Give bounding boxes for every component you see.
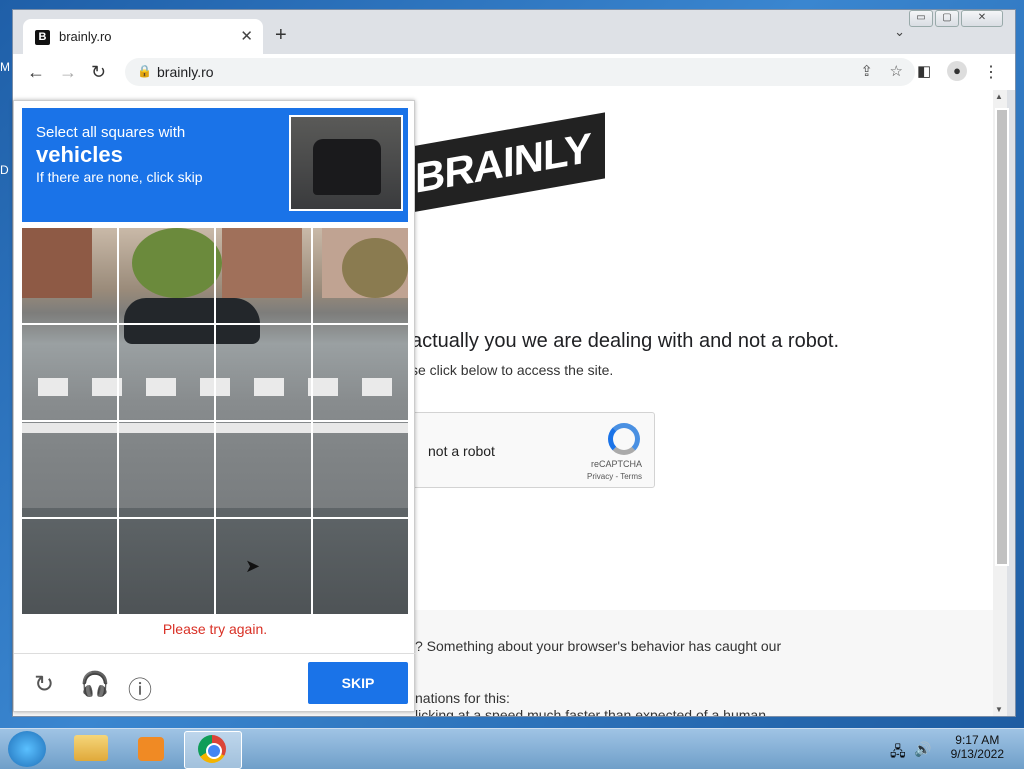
info-text: ? Something about your browser's behavio… bbox=[415, 638, 782, 654]
recaptcha-checkbox-widget[interactable]: not a robot reCAPTCHA Privacy - Terms bbox=[393, 412, 655, 488]
car-in-grid bbox=[124, 298, 260, 344]
brainly-favicon-icon: B bbox=[35, 30, 50, 45]
taskbar: 🖧 🔊 9:17 AM 9/13/2022 bbox=[0, 728, 1024, 769]
captcha-line1: Select all squares with bbox=[36, 124, 186, 141]
desktop-icon-label[interactable]: D bbox=[0, 163, 9, 177]
page-heading: actually you we are dealing with and not… bbox=[411, 330, 840, 352]
chrome-taskbar-button[interactable] bbox=[184, 731, 242, 769]
volume-icon[interactable]: 🔊 bbox=[914, 741, 931, 758]
tab-title: brainly.ro bbox=[59, 29, 112, 44]
captcha-image-grid bbox=[22, 228, 408, 614]
maximize-button[interactable]: ▢ bbox=[935, 10, 959, 27]
profile-avatar-icon[interactable]: ● bbox=[947, 61, 967, 81]
recaptcha-label: not a robot bbox=[428, 443, 495, 459]
desktop-icon-label[interactable]: M bbox=[0, 60, 10, 74]
clock-date: 9/13/2022 bbox=[950, 747, 1004, 761]
info-icon[interactable]: ⓘ bbox=[128, 670, 152, 705]
audio-challenge-icon[interactable]: 🎧 bbox=[80, 670, 110, 699]
skip-button[interactable]: SKIP bbox=[308, 662, 408, 704]
captcha-error-message: Please try again. bbox=[162, 621, 268, 637]
lock-icon: 🔒 bbox=[137, 64, 152, 78]
sample-car-image bbox=[313, 139, 381, 195]
window-controls: ▭ ▢ ✕ bbox=[909, 10, 1003, 27]
reload-challenge-icon[interactable]: ↻ bbox=[34, 670, 54, 699]
clock-time: 9:17 AM bbox=[955, 733, 1000, 747]
scroll-up-icon[interactable]: ▲ bbox=[995, 92, 1003, 101]
scroll-down-icon[interactable]: ▼ bbox=[995, 705, 1003, 714]
address-bar[interactable]: 🔒 brainly.ro ⇪ ☆ bbox=[125, 58, 915, 86]
bookmark-star-icon[interactable]: ☆ bbox=[890, 62, 903, 80]
info-text: licking at a speed much faster than expe… bbox=[415, 707, 766, 716]
page-subtext: se click below to access the site. bbox=[411, 362, 614, 378]
side-panel-icon[interactable]: ◧ bbox=[917, 62, 931, 80]
recaptcha-brand: reCAPTCHA bbox=[590, 459, 642, 469]
network-icon[interactable]: 🖧 bbox=[890, 741, 906, 765]
start-button[interactable] bbox=[8, 731, 46, 767]
captcha-challenge-popup: Select all squares with vehicles If ther… bbox=[13, 100, 416, 714]
forward-icon[interactable]: → bbox=[59, 62, 77, 83]
new-tab-button[interactable]: + bbox=[275, 24, 287, 47]
system-clock[interactable]: 9:17 AM 9/13/2022 bbox=[951, 733, 1004, 761]
scroll-thumb[interactable] bbox=[995, 108, 1009, 566]
file-explorer-icon[interactable] bbox=[74, 735, 108, 761]
browser-toolbar: ← → ↻ 🔒 brainly.ro ⇪ ☆ ◧ ● ⋮ bbox=[13, 54, 1015, 90]
share-icon[interactable]: ⇪ bbox=[860, 62, 873, 80]
browser-tab[interactable]: B brainly.ro ✕ bbox=[23, 19, 263, 55]
captcha-target: vehicles bbox=[36, 142, 123, 167]
close-window-button[interactable]: ✕ bbox=[961, 10, 1003, 27]
captcha-instruction-header: Select all squares with vehicles If ther… bbox=[22, 108, 408, 222]
back-icon[interactable]: ← bbox=[27, 62, 45, 83]
recaptcha-logo-icon bbox=[608, 423, 640, 455]
captcha-line3: If there are none, click skip bbox=[36, 169, 203, 185]
menu-dots-icon[interactable]: ⋮ bbox=[983, 62, 999, 82]
captcha-footer: ↻ 🎧 ⓘ SKIP bbox=[14, 653, 416, 714]
close-tab-icon[interactable]: ✕ bbox=[240, 27, 253, 45]
minimize-button[interactable]: ▭ bbox=[909, 10, 933, 27]
mouse-cursor-icon: ➤ bbox=[245, 556, 261, 576]
url-text[interactable]: brainly.ro bbox=[157, 64, 214, 80]
recaptcha-privacy-terms[interactable]: Privacy - Terms bbox=[587, 472, 642, 481]
tab-search-icon[interactable]: ⌄ bbox=[894, 24, 905, 40]
media-player-icon[interactable] bbox=[138, 737, 164, 761]
info-text: nations for this: bbox=[415, 690, 510, 706]
vertical-scrollbar[interactable]: ▲ ▼ bbox=[993, 90, 1009, 716]
brainly-logo: BRAINLY bbox=[405, 112, 605, 214]
reload-icon[interactable]: ↻ bbox=[91, 62, 106, 83]
captcha-sample-image bbox=[289, 115, 403, 211]
